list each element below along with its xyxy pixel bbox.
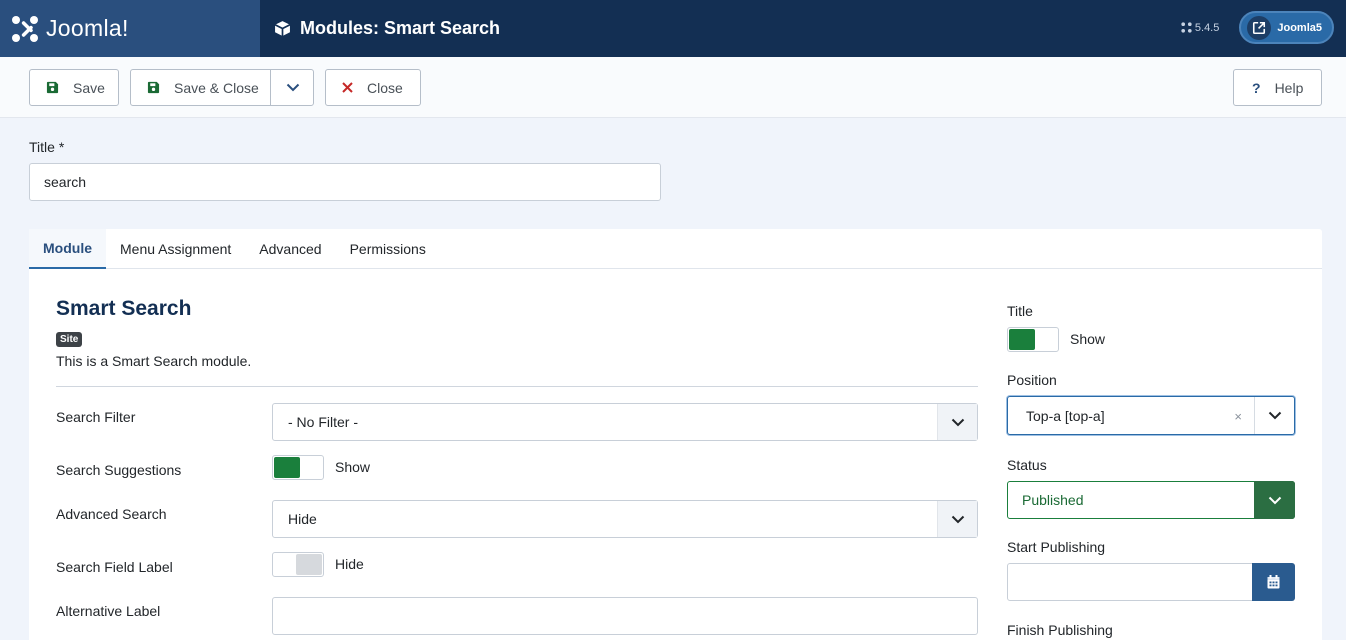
tab-menu-assignment[interactable]: Menu Assignment: [106, 229, 245, 269]
tab-advanced[interactable]: Advanced: [245, 229, 335, 269]
page-heading: Modules: Smart Search: [274, 18, 500, 39]
page-title: Modules: Smart Search: [300, 18, 501, 38]
floppy-icon: [147, 81, 160, 94]
title-input[interactable]: [29, 163, 661, 201]
status-select[interactable]: Published: [1007, 481, 1295, 519]
joomla-small-icon: [1181, 22, 1192, 33]
site-name: Joomla5: [1277, 21, 1322, 34]
start-publishing-input[interactable]: [1007, 563, 1253, 601]
close-button[interactable]: Close: [325, 69, 421, 106]
status-value: Published: [1022, 492, 1084, 508]
joomla-logo-icon: [12, 15, 38, 42]
alternative-label-input[interactable]: [272, 597, 978, 635]
title-label: Title *: [29, 139, 65, 155]
advanced-search-select[interactable]: Hide: [272, 500, 978, 538]
search-suggestions-label: Search Suggestions: [56, 462, 182, 478]
position-value: Top-a [top-a]: [1026, 407, 1105, 424]
app-header: Joomla! Modules: Smart Search 5.4.5 Joom…: [0, 0, 1346, 57]
title-visibility-switch[interactable]: [1007, 327, 1059, 352]
tab-bar: Module Menu Assignment Advanced Permissi…: [29, 229, 1322, 269]
module-heading: Smart Search: [56, 297, 192, 320]
site-badge: Site: [56, 332, 83, 347]
chevron-down-icon: [1254, 397, 1294, 434]
switch-knob: [296, 554, 322, 575]
calendar-button[interactable]: [1252, 563, 1295, 601]
start-publishing-label: Start Publishing: [1007, 539, 1106, 555]
position-label: Position: [1007, 372, 1057, 388]
brand-logo[interactable]: Joomla!: [0, 0, 260, 57]
search-field-label-label: Search Field Label: [56, 559, 173, 575]
toolbar: Save Save & Close Close ? Help: [0, 57, 1346, 118]
chevron-down-icon: [937, 404, 977, 440]
title-visibility-label: Title: [1007, 303, 1033, 319]
version-indicator: 5.4.5: [1181, 22, 1219, 34]
search-filter-select[interactable]: - No Filter -: [272, 403, 978, 441]
chevron-down-icon: [286, 83, 299, 92]
search-suggestions-switch[interactable]: [272, 455, 324, 480]
clear-icon[interactable]: ×: [1234, 409, 1242, 424]
chevron-down-icon: [937, 501, 977, 537]
external-link-icon: [1247, 15, 1272, 40]
search-field-label-state: Hide: [335, 556, 364, 572]
save-options-dropdown[interactable]: [271, 70, 314, 105]
search-field-label-switch[interactable]: [272, 552, 324, 577]
position-select[interactable]: Top-a [top-a] ×: [1007, 396, 1295, 435]
cube-icon: [274, 21, 291, 36]
advanced-search-label: Advanced Search: [56, 506, 167, 522]
save-button[interactable]: Save: [29, 69, 119, 106]
close-label: Close: [367, 79, 403, 96]
version-text: 5.4.5: [1194, 21, 1220, 34]
advanced-search-value: Hide: [288, 511, 317, 527]
calendar-icon: [1267, 575, 1280, 589]
save-close-label: Save & Close: [174, 79, 259, 96]
finish-publishing-label: Finish Publishing: [1007, 622, 1113, 638]
help-label: Help: [1274, 79, 1304, 96]
module-description: This is a Smart Search module.: [56, 353, 252, 369]
search-suggestions-state: Show: [335, 459, 371, 475]
brand-name: Joomla!: [46, 15, 129, 41]
question-icon: ?: [1252, 79, 1261, 96]
module-card: Module Menu Assignment Advanced Permissi…: [29, 229, 1322, 640]
alternative-label-label: Alternative Label: [56, 603, 161, 619]
floppy-icon: [46, 81, 59, 94]
search-filter-value: - No Filter -: [288, 414, 358, 430]
view-site-button[interactable]: Joomla5: [1239, 11, 1334, 44]
tab-permissions[interactable]: Permissions: [336, 229, 440, 269]
switch-knob: [1009, 329, 1035, 350]
search-filter-label: Search Filter: [56, 409, 136, 425]
tab-module[interactable]: Module: [29, 229, 106, 269]
switch-knob: [274, 457, 300, 478]
save-label: Save: [73, 79, 105, 96]
help-button[interactable]: ? Help: [1233, 69, 1322, 106]
status-label: Status: [1007, 457, 1047, 473]
chevron-down-icon: [1254, 481, 1295, 519]
divider: [56, 386, 978, 387]
save-close-button[interactable]: Save & Close: [130, 69, 314, 106]
close-icon: [342, 82, 353, 93]
title-visibility-state: Show: [1070, 331, 1106, 347]
